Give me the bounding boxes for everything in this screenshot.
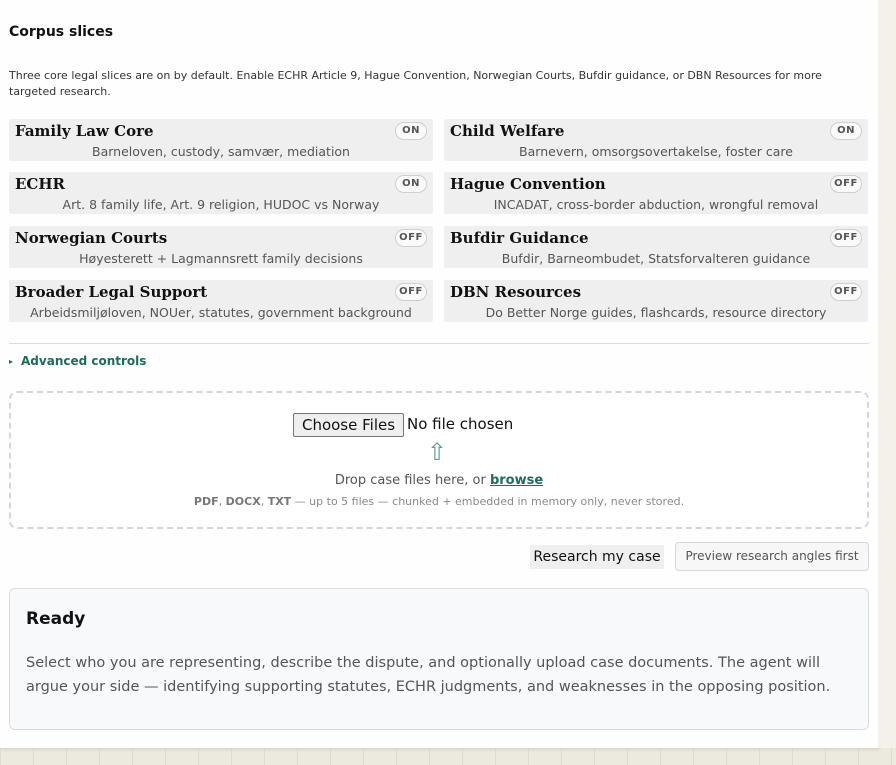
slice-bufdir-guidance: Bufdir Guidance OFF Bufdir, Barneombudet…: [444, 226, 868, 268]
slice-subtitle: Høyesterett + Lagmannsrett family decisi…: [79, 251, 363, 266]
slice-title: Family Law Core: [15, 122, 154, 140]
choose-files-button[interactable]: Choose Files: [293, 413, 404, 437]
slice-echr: ECHR ON Art. 8 family life, Art. 9 relig…: [9, 172, 433, 214]
slice-title: Child Welfare: [450, 122, 565, 140]
right-margin: [878, 0, 896, 748]
status-title: Ready: [26, 609, 86, 629]
section-title: Corpus slices: [9, 24, 114, 40]
status-body: Select who you are representing, describ…: [26, 655, 831, 695]
slice-toggle[interactable]: ON: [830, 122, 862, 140]
slice-toggle[interactable]: OFF: [830, 175, 862, 193]
slice-child-welfare: Child Welfare ON Barnevern, omsorgsovert…: [444, 119, 868, 161]
research-button[interactable]: Research my case: [530, 545, 664, 569]
preview-angles-button[interactable]: Preview research angles first: [675, 542, 869, 571]
format-separator: ,: [260, 495, 268, 508]
slice-toggle[interactable]: ON: [395, 175, 427, 193]
status-card: Ready Select who you are representing, d…: [9, 588, 869, 730]
format-docx: DOCX: [225, 495, 261, 508]
divider: [9, 343, 869, 344]
slice-title: ECHR: [15, 175, 66, 193]
slice-toggle[interactable]: OFF: [395, 229, 427, 247]
slice-title: Norwegian Courts: [15, 229, 168, 247]
slice-subtitle: Art. 8 family life, Art. 9 religion, HUD…: [62, 197, 380, 212]
slice-toggle[interactable]: OFF: [830, 283, 862, 301]
upload-arrow-icon: ⇧: [427, 438, 448, 466]
slice-broader-legal-support: Broader Legal Support OFF Arbeidsmiljølo…: [9, 280, 433, 322]
slice-subtitle: Barneloven, custody, samvær, mediation: [92, 144, 350, 159]
file-status: No file chosen: [407, 415, 514, 433]
slice-subtitle: INCADAT, cross-border abduction, wrongfu…: [493, 197, 819, 212]
file-dropzone[interactable]: Choose Files No file chosen ⇧ Drop case …: [9, 391, 869, 529]
slice-toggle[interactable]: OFF: [395, 283, 427, 301]
slice-subtitle: Arbeidsmiljøloven, NOUer, statutes, gove…: [30, 305, 412, 320]
slice-subtitle: Barnevern, omsorgsovertakelse, foster ca…: [519, 144, 793, 159]
slice-title: Hague Convention: [450, 175, 606, 193]
slice-toggle[interactable]: ON: [395, 122, 427, 140]
slice-dbn-resources: DBN Resources OFF Do Better Norge guides…: [444, 280, 868, 322]
slice-family-law-core: Family Law Core ON Barneloven, custody, …: [9, 119, 433, 161]
hint-text: — up to 5 files — chunked + embedded in …: [291, 495, 685, 508]
drop-text: Drop case files here, or: [334, 473, 486, 488]
main-panel: Corpus slices Three core legal slices ar…: [0, 0, 878, 748]
slice-hague-convention: Hague Convention OFF INCADAT, cross-bord…: [444, 172, 868, 214]
drop-instruction: Drop case files here, or browse: [11, 473, 867, 488]
slice-norwegian-courts: Norwegian Courts OFF Høyesterett + Lagma…: [9, 226, 433, 268]
advanced-controls-label: Advanced controls: [21, 354, 147, 368]
caret-right-icon: ▸: [9, 357, 14, 366]
format-pdf: PDF: [193, 495, 219, 508]
slice-subtitle: Bufdir, Barneombudet, Statsforvalteren g…: [501, 251, 811, 266]
slice-toggle[interactable]: OFF: [830, 229, 862, 247]
slice-subtitle: Do Better Norge guides, flashcards, reso…: [485, 305, 827, 320]
browse-link[interactable]: browse: [490, 473, 543, 488]
slice-title: DBN Resources: [450, 283, 582, 301]
format-separator: ,: [218, 495, 226, 508]
format-txt: TXT: [267, 495, 292, 508]
section-description: Three core legal slices are on by defaul…: [9, 69, 822, 98]
slice-title: Bufdir Guidance: [450, 229, 589, 247]
file-hint: PDF, DOCX, TXT — up to 5 files — chunked…: [11, 495, 867, 508]
slice-title: Broader Legal Support: [15, 283, 208, 301]
advanced-controls-toggle[interactable]: ▸ Advanced controls: [9, 354, 146, 368]
